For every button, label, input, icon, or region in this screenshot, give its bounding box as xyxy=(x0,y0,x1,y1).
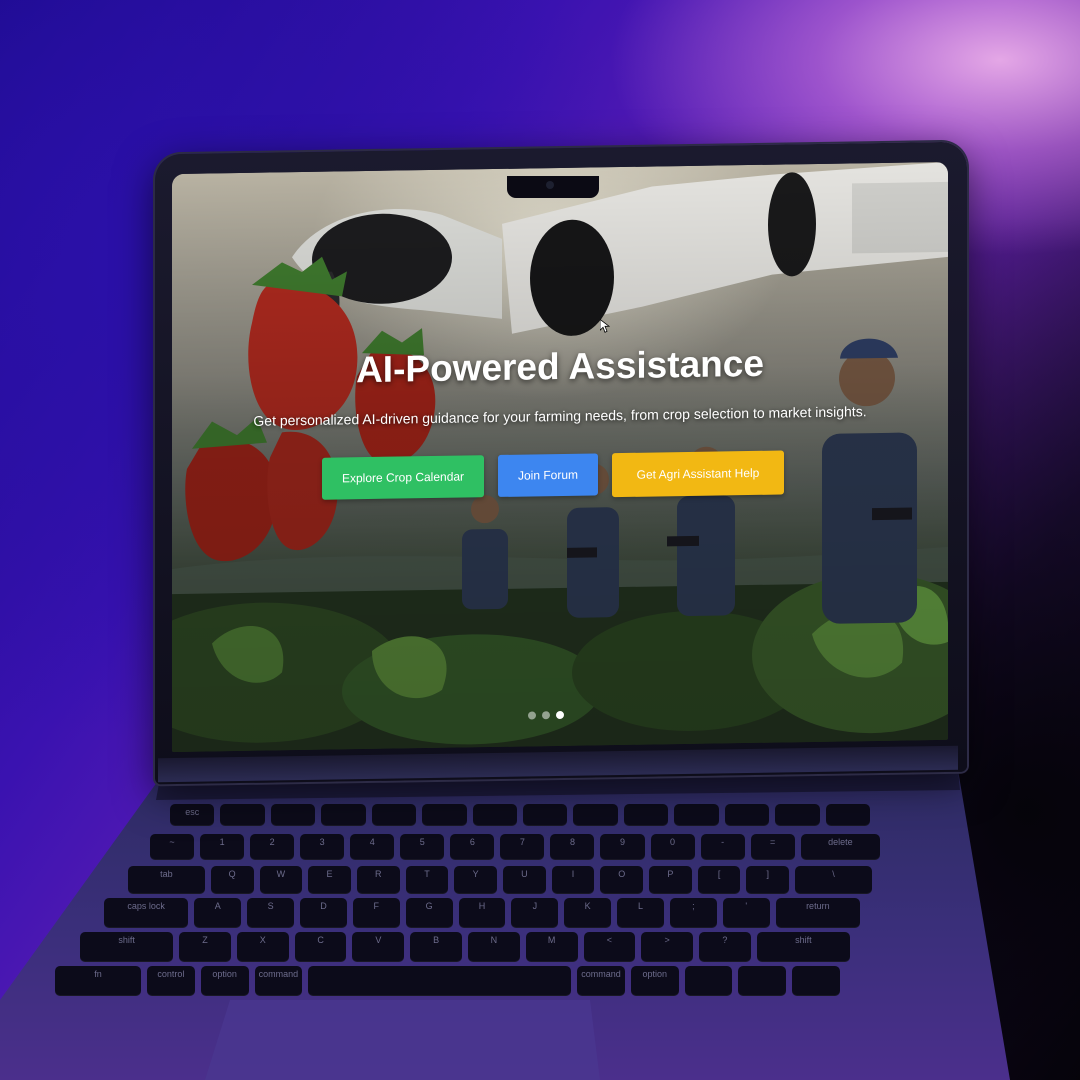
key-t: T xyxy=(405,866,449,894)
key-3: 3 xyxy=(300,834,345,860)
key-esc: esc xyxy=(170,804,215,826)
key-shift: shift xyxy=(80,932,174,962)
key-caps-lock: caps lock xyxy=(104,898,189,928)
key--: ? xyxy=(699,932,751,962)
key--: ; xyxy=(669,898,717,928)
carousel-dot-3[interactable] xyxy=(556,710,564,720)
key-blank xyxy=(792,966,840,996)
hero-button-row: Explore Crop Calendar Join Forum Get Agr… xyxy=(322,450,784,501)
key--: ] xyxy=(746,866,790,894)
key-blank xyxy=(674,804,719,826)
key-return: return xyxy=(775,898,860,928)
key-blank xyxy=(472,804,517,826)
key-option: option xyxy=(200,966,249,996)
key-r: R xyxy=(356,866,400,894)
key-d: D xyxy=(300,898,347,928)
key-option: option xyxy=(630,966,679,996)
key-blank xyxy=(220,804,265,826)
key-a: A xyxy=(194,898,242,928)
key-b: B xyxy=(410,932,462,962)
key-tab: tab xyxy=(128,866,205,894)
get-agri-assistant-help-button[interactable]: Get Agri Assistant Help xyxy=(612,450,784,498)
join-forum-button[interactable]: Join Forum xyxy=(498,453,598,497)
key-blank xyxy=(775,804,820,826)
key-n: N xyxy=(468,932,520,962)
key-9: 9 xyxy=(600,834,645,860)
key-command: command xyxy=(577,966,625,996)
key-c: C xyxy=(294,932,347,962)
key-blank xyxy=(738,966,787,996)
camera-icon xyxy=(546,181,554,189)
key-6: 6 xyxy=(450,834,495,860)
carousel-indicators xyxy=(528,710,564,720)
key-blank xyxy=(684,966,733,996)
key-q: Q xyxy=(210,866,254,894)
key--: [ xyxy=(697,866,741,894)
key-w: W xyxy=(259,866,303,894)
key-2: 2 xyxy=(250,834,295,860)
key-8: 8 xyxy=(550,834,595,860)
key-p: P xyxy=(649,866,692,894)
key-delete: delete xyxy=(800,834,880,860)
explore-crop-calendar-button[interactable]: Explore Crop Calendar xyxy=(322,455,484,500)
key-e: E xyxy=(308,866,351,894)
key-z: Z xyxy=(179,932,231,962)
key--: ' xyxy=(722,898,770,928)
key-i: I xyxy=(551,866,595,894)
key-shift: shift xyxy=(756,932,850,962)
key-0: 0 xyxy=(650,834,695,860)
key-g: G xyxy=(405,898,453,928)
key-5: 5 xyxy=(400,834,445,860)
key-7: 7 xyxy=(500,834,545,860)
key-k: K xyxy=(564,898,612,928)
mouse-cursor-icon xyxy=(600,319,610,333)
key-y: Y xyxy=(454,866,497,894)
key-blank xyxy=(523,804,568,826)
carousel-dot-1[interactable] xyxy=(528,711,536,720)
key-fn: fn xyxy=(55,966,141,996)
key-blank xyxy=(825,804,870,826)
key--: ~ xyxy=(150,834,195,860)
key-control: control xyxy=(147,966,195,996)
key-f: F xyxy=(352,898,400,928)
key-blank xyxy=(573,804,618,826)
key-l: L xyxy=(617,898,664,928)
carousel-dot-2[interactable] xyxy=(542,711,550,720)
key-4: 4 xyxy=(350,834,395,860)
key-u: U xyxy=(503,866,546,894)
key-v: V xyxy=(352,932,405,962)
key--: < xyxy=(583,932,636,962)
laptop-screen: AI-Powered Assistance Get personalized A… xyxy=(172,161,948,753)
key-s: S xyxy=(247,898,295,928)
key-1: 1 xyxy=(200,834,245,860)
key--: - xyxy=(700,834,745,860)
key--: = xyxy=(750,834,795,860)
key-blank xyxy=(308,966,572,996)
key-blank xyxy=(371,804,417,826)
key-m: M xyxy=(525,932,578,962)
key-blank xyxy=(422,804,467,826)
key-h: H xyxy=(458,898,506,928)
key-blank xyxy=(623,804,669,826)
key-x: X xyxy=(236,932,289,962)
key--: \ xyxy=(795,866,872,894)
key-j: J xyxy=(511,898,559,928)
key-blank xyxy=(321,804,366,826)
key-blank xyxy=(724,804,770,826)
key-o: O xyxy=(600,866,644,894)
key--: > xyxy=(641,932,694,962)
key-command: command xyxy=(254,966,303,996)
key-blank xyxy=(270,804,316,826)
